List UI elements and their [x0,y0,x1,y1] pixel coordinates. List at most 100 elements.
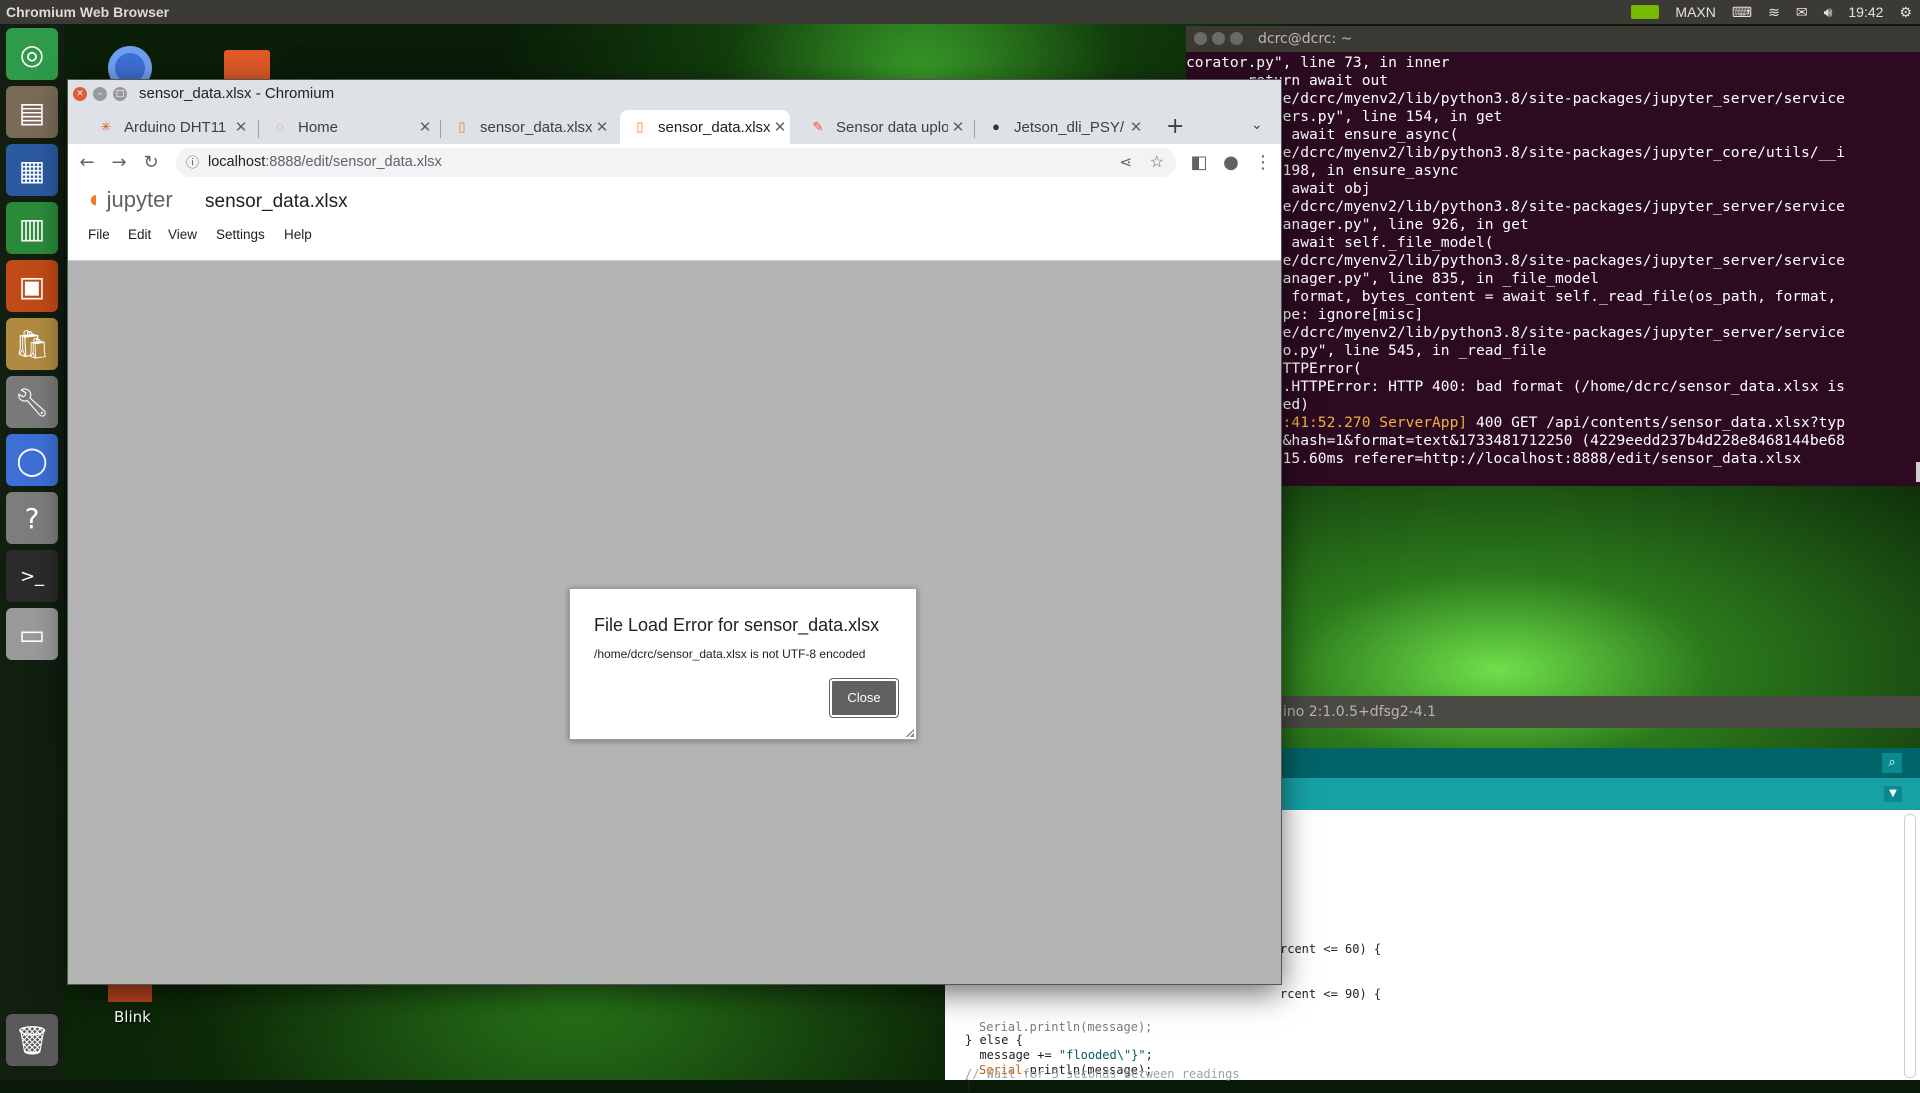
terminal-line: corator.py", line 73, in inner [1186,54,1450,71]
tab-arduino-dht11[interactable]: ✳ Arduino DHT11 S ✕ [86,110,251,144]
jupyter-logo[interactable]: ◖ jupyter [86,186,173,214]
drive-icon[interactable]: ▭ [6,608,58,660]
menu-edit[interactable]: Edit [128,227,151,242]
menu-view[interactable]: View [168,227,197,242]
jupyter-header: ◖ jupyter sensor_data.xlsx File Edit Vie… [68,181,1281,261]
nvidia-icon[interactable] [1631,5,1660,19]
tab-label: Sensor data uplo [836,118,948,136]
terminal-line: "/home/dcrc/myenv2/lib/python3.8/site-pa… [1186,324,1845,341]
document-name[interactable]: sensor_data.xlsx [205,191,348,213]
unity-launcher: ◎ ▤ ▦ ▥ ▣ 🛍︎ 🔧︎ ◯ ? >_ ▭ 🗑︎ [0,24,64,1080]
terminal-minimize-icon[interactable] [1212,32,1225,45]
dialog-title: File Load Error for sensor_data.xlsx [594,615,880,635]
tab-close-icon[interactable]: ✕ [231,118,251,136]
share-icon[interactable]: ⋖ [1119,148,1132,177]
system-settings-icon[interactable]: 🔧︎ [6,376,58,428]
tab-menu-icon[interactable]: ▼ [1884,786,1902,802]
blink-desktop-icon[interactable] [108,984,152,1002]
gear-icon[interactable]: ⚙ [1899,0,1912,24]
window-close-icon[interactable]: ✕ [73,87,87,101]
site-info-icon[interactable]: ⓘ [186,148,199,177]
tab-close-icon[interactable]: ✕ [1126,118,1146,136]
files-icon[interactable]: ▤ [6,86,58,138]
code-token: message += [965,1048,1059,1062]
mail-icon[interactable]: ✉ [1796,0,1808,24]
keyboard-icon[interactable]: ⌨ [1732,0,1752,24]
volume-icon[interactable]: 🔊︎ [1824,0,1833,24]
tab-strip: ✳ Arduino DHT11 S ✕ ◌ Home ✕ ▯ sensor_da… [68,108,1281,144]
tab-sensor-data-1[interactable]: ▯ sensor_data.xlsx ✕ [442,110,612,144]
menu-file[interactable]: File [88,227,110,242]
url-text: localhost:8888/edit/sensor_data.xlsx [208,148,442,177]
tab-search-icon[interactable]: ⌄ [1251,117,1263,133]
page-content: ◖ jupyter sensor_data.xlsx File Edit Vie… [68,181,1281,984]
tab-separator [258,120,259,138]
folder-desktop-icon[interactable] [224,50,270,84]
browser-toolbar: ← → ↻ ⓘ localhost:8888/edit/sensor_data.… [68,144,1281,181]
reload-icon[interactable]: ↻ [138,150,164,176]
top-panel: Chromium Web Browser MAXN ⌨ ≋ ✉ 🔊︎ 19:42… [0,0,1920,24]
clock[interactable]: 19:42 [1848,0,1883,24]
calc-icon[interactable]: ▥ [6,202,58,254]
arduino-favicon-icon: ✳ [100,119,112,134]
back-icon[interactable]: ← [74,150,100,176]
tab-home[interactable]: ◌ Home ✕ [260,110,435,144]
terminal-output[interactable]: corator.py", line 73, in inner return aw… [1186,52,1845,468]
tab-label: Home [298,118,339,136]
code-comment: // Wait for 5 seconds between readings [965,1067,1240,1081]
code-line: message += "flooded\"}"; [965,1048,1152,1063]
writer-icon[interactable]: ▦ [6,144,58,196]
blink-desktop-label: Blink [114,1008,151,1026]
edit-favicon-icon: ✎ [812,119,824,134]
side-panel-icon[interactable]: ◧ [1186,150,1212,176]
help-icon[interactable]: ? [6,492,58,544]
resize-handle-icon[interactable] [906,729,914,737]
new-tab-icon[interactable]: + [1166,114,1184,139]
menu-help[interactable]: Help [284,227,312,242]
ubuntu-dash-icon[interactable]: ◎ [6,28,58,80]
window-maximize-icon[interactable]: □ [113,87,127,101]
trash-icon[interactable]: 🗑︎ [6,1014,58,1066]
arduino-editor-scrollbar[interactable] [1904,814,1916,1078]
terminal-log-text: 400 GET /api/contents/sensor_data.xlsx?t… [1467,414,1845,431]
impress-icon[interactable]: ▣ [6,260,58,312]
tab-separator [974,120,975,138]
power-mode-label[interactable]: MAXN [1675,0,1715,24]
bookmark-star-icon[interactable]: ☆ [1150,148,1164,177]
header-divider [68,260,1281,261]
terminal-scrollbar[interactable] [1916,462,1920,482]
chromium-window[interactable]: ✕ – □ sensor_data.xlsx - Chromium ✳ Ardu… [68,80,1281,984]
terminal-launcher-icon[interactable]: >_ [6,550,58,602]
dialog-message: /home/dcrc/sensor_data.xlsx is not UTF-8… [594,647,866,661]
tab-separator [440,120,441,138]
profile-avatar-icon[interactable]: ● [1218,150,1244,176]
tab-sensor-data-active[interactable]: ▯ sensor_data.xlsx ✕ [620,110,790,144]
tab-jetson-dli[interactable]: ● Jetson_dli_PSY/ ✕ [976,110,1146,144]
tab-sensor-data-upload[interactable]: ✎ Sensor data uplo ✕ [798,110,968,144]
forward-icon[interactable]: → [106,150,132,176]
chromium-launcher-icon[interactable]: ◯ [6,434,58,486]
terminal-window[interactable]: dcrc@dcrc: ~ corator.py", line 73, in in… [1186,26,1920,486]
tab-close-icon[interactable]: ✕ [592,118,612,136]
file-favicon-icon: ▯ [636,119,644,134]
menu-settings[interactable]: Settings [216,227,265,242]
window-minimize-icon[interactable]: – [93,87,107,101]
close-button[interactable]: Close [830,679,898,717]
wifi-icon[interactable]: ≋ [1768,0,1780,24]
code-line: } else { [965,1033,1023,1047]
tab-close-icon[interactable]: ✕ [948,118,968,136]
address-bar[interactable]: ⓘ localhost:8888/edit/sensor_data.xlsx ⋖… [176,148,1176,177]
jupyter-logo-text: jupyter [106,187,173,212]
software-center-icon[interactable]: 🛍︎ [6,318,58,370]
terminal-maximize-icon[interactable] [1230,32,1243,45]
tab-close-icon[interactable]: ✕ [415,118,435,136]
terminal-close-icon[interactable] [1194,32,1207,45]
file-favicon-icon: ▯ [458,119,466,134]
serial-monitor-icon[interactable]: ⌕ [1882,753,1902,773]
terminal-title: dcrc@dcrc: ~ [1258,31,1353,47]
window-title: sensor_data.xlsx - Chromium [139,85,335,102]
tab-close-icon[interactable]: ✕ [770,118,790,136]
jupyter-favicon-icon: ◌ [276,119,284,134]
tab-label: sensor_data.xlsx [480,118,592,136]
more-menu-icon[interactable]: ⋮ [1250,150,1276,176]
